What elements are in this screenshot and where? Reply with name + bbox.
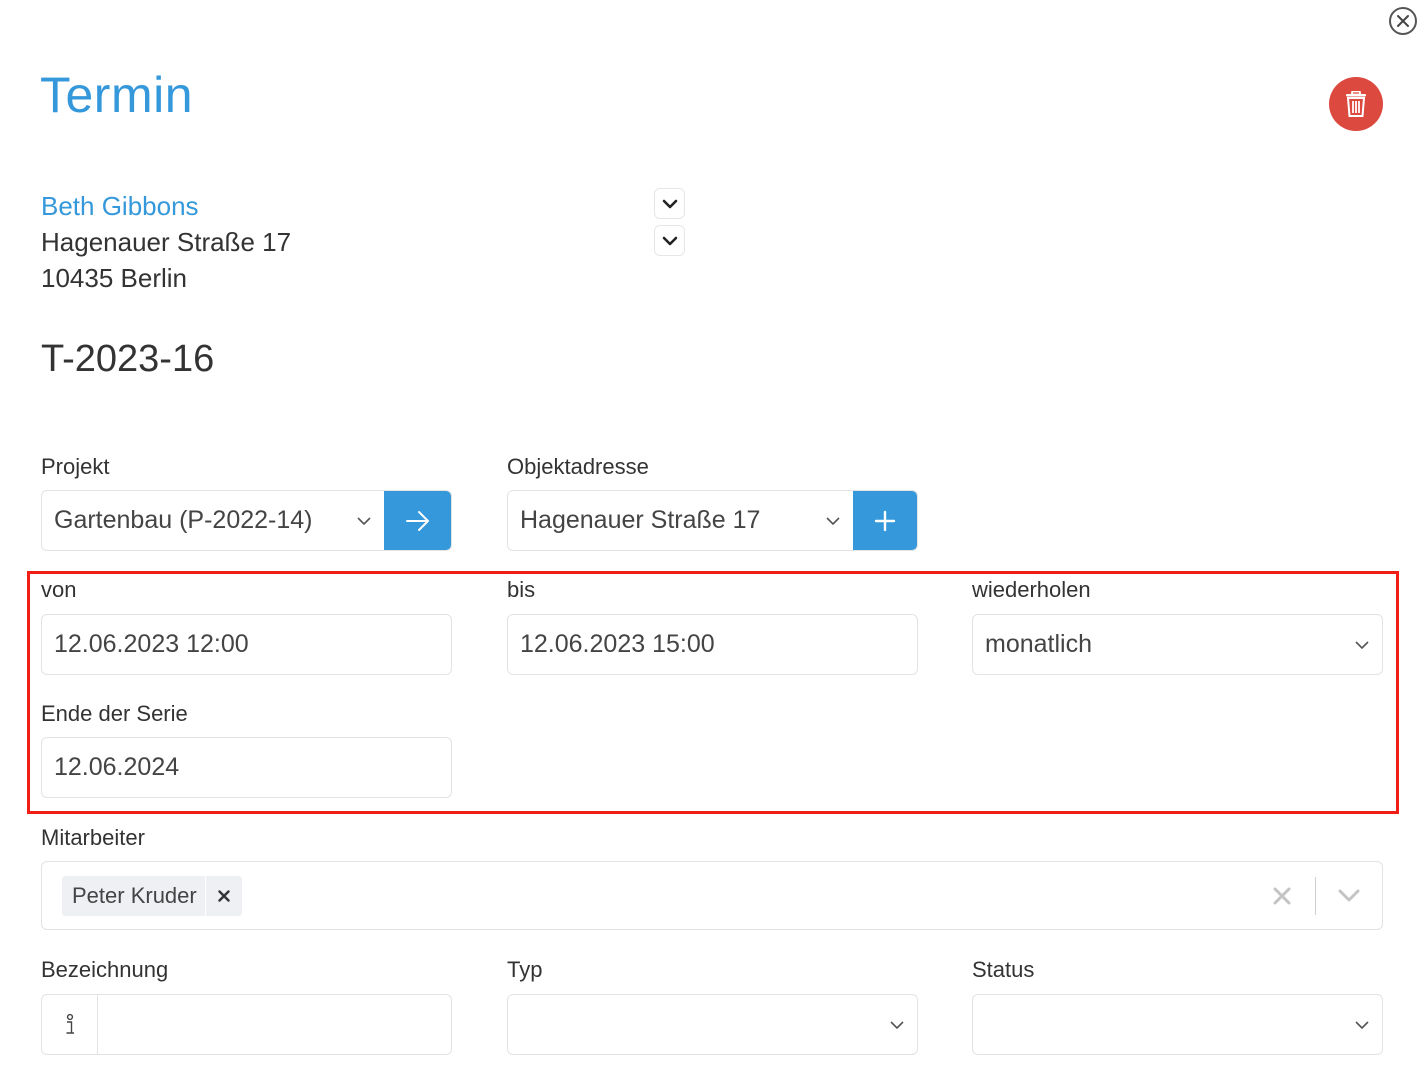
info-addon bbox=[42, 995, 98, 1054]
close-button[interactable] bbox=[1389, 7, 1417, 35]
arrow-right-icon bbox=[405, 510, 429, 531]
address-select-toggle[interactable] bbox=[654, 225, 685, 256]
customer-select-toggle[interactable] bbox=[654, 188, 685, 219]
from-value: 12.06.2023 12:00 bbox=[54, 630, 249, 658]
object-address-label: Objektadresse bbox=[507, 454, 649, 479]
chevron-down-icon bbox=[344, 516, 384, 526]
to-label: bis bbox=[507, 577, 536, 602]
status-select[interactable] bbox=[972, 994, 1383, 1055]
object-address-value: Hagenauer Straße 17 bbox=[520, 506, 761, 534]
project-value: Gartenbau (P-2022-14) bbox=[54, 506, 313, 534]
page-title: Termin bbox=[40, 67, 194, 123]
customer-name-link[interactable]: Beth Gibbons bbox=[41, 191, 199, 222]
chevron-down-icon bbox=[1342, 1020, 1382, 1030]
customer-street: Hagenauer Straße 17 bbox=[41, 227, 292, 257]
open-project-button[interactable] bbox=[384, 491, 451, 550]
appointment-number: T-2023-16 bbox=[41, 338, 215, 380]
repeat-value: monatlich bbox=[985, 630, 1092, 658]
object-address-select[interactable]: Hagenauer Straße 17 bbox=[507, 490, 918, 551]
to-value: 12.06.2023 15:00 bbox=[520, 630, 715, 658]
type-select[interactable] bbox=[507, 994, 918, 1055]
from-label: von bbox=[41, 577, 77, 602]
series-end-label: Ende der Serie bbox=[41, 701, 188, 726]
chevron-down-icon bbox=[1338, 889, 1360, 902]
project-label: Projekt bbox=[41, 454, 110, 479]
chevron-down-icon bbox=[813, 516, 853, 526]
to-datetime-input[interactable]: 12.06.2023 15:00 bbox=[507, 614, 918, 675]
delete-button[interactable] bbox=[1329, 77, 1383, 131]
status-label: Status bbox=[972, 957, 1035, 982]
from-datetime-input[interactable]: 12.06.2023 12:00 bbox=[41, 614, 452, 675]
repeat-label: wiederholen bbox=[972, 577, 1091, 602]
add-address-button[interactable] bbox=[853, 491, 917, 550]
project-select[interactable]: Gartenbau (P-2022-14) bbox=[41, 490, 452, 551]
employee-tag-label: Peter Kruder bbox=[72, 882, 197, 908]
type-label: Typ bbox=[507, 957, 543, 982]
clear-employees-button[interactable] bbox=[1249, 862, 1315, 929]
chevron-down-icon bbox=[1342, 640, 1382, 650]
chevron-down-icon bbox=[877, 1020, 917, 1030]
clear-icon bbox=[1273, 887, 1291, 904]
remove-employee-button[interactable] bbox=[204, 875, 242, 916]
trash-icon bbox=[1346, 91, 1366, 117]
employees-multiselect[interactable]: Peter Kruder bbox=[41, 861, 1383, 930]
series-end-date-input[interactable]: 12.06.2024 bbox=[41, 737, 452, 798]
customer-city: 10435 Berlin bbox=[41, 263, 187, 293]
plus-icon bbox=[874, 510, 896, 531]
employees-dropdown-toggle[interactable] bbox=[1316, 862, 1382, 929]
designation-label: Bezeichnung bbox=[41, 957, 169, 982]
employees-label: Mitarbeiter bbox=[41, 825, 145, 850]
series-end-value: 12.06.2024 bbox=[54, 753, 180, 781]
close-icon bbox=[218, 889, 230, 902]
designation-input[interactable] bbox=[98, 995, 451, 1054]
chevron-down-icon bbox=[662, 236, 677, 245]
repeat-select[interactable]: monatlich bbox=[972, 614, 1383, 675]
close-icon bbox=[1397, 15, 1409, 27]
chevron-down-icon bbox=[662, 199, 677, 208]
employee-tag: Peter Kruder bbox=[62, 875, 242, 916]
designation-input-group bbox=[41, 994, 452, 1055]
info-icon bbox=[66, 1013, 74, 1034]
